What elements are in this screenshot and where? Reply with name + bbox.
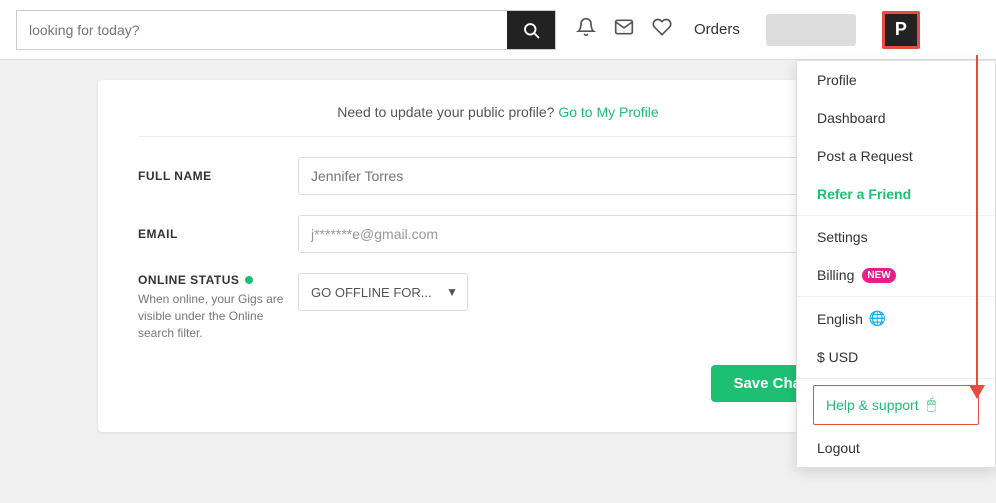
- online-label-block: ONLINE STATUS When online, your Gigs are…: [138, 273, 298, 341]
- online-dot: [245, 276, 253, 284]
- offline-select[interactable]: GO OFFLINE FOR...: [298, 273, 468, 311]
- go-to-profile-link[interactable]: Go to My Profile: [558, 104, 658, 120]
- search-icon: [522, 21, 540, 39]
- messages-icon[interactable]: [614, 17, 634, 42]
- dropdown-item-billing[interactable]: Billing NEW: [797, 256, 995, 294]
- user-info-blurred: [766, 14, 856, 46]
- dropdown-item-settings[interactable]: Settings: [797, 218, 995, 256]
- dropdown-item-refer[interactable]: Refer a Friend: [797, 175, 995, 213]
- dropdown-item-help[interactable]: Help & support 🖱: [813, 385, 979, 425]
- search-container: [16, 10, 556, 50]
- full-name-row: FULL NAME: [138, 157, 858, 195]
- notice-text: Need to update your public profile?: [337, 104, 554, 120]
- favorites-icon[interactable]: [652, 17, 672, 42]
- online-status-text: ONLINE STATUS: [138, 273, 239, 287]
- online-desc: When online, your Gigs are visible under…: [138, 291, 298, 341]
- dropdown-menu: Profile Dashboard Post a Request Refer a…: [796, 60, 996, 468]
- red-arrow-line: [976, 55, 978, 385]
- currency-label: $ USD: [817, 349, 858, 365]
- profile-notice: Need to update your public profile? Go t…: [138, 104, 858, 137]
- full-name-label: FULL NAME: [138, 169, 298, 183]
- orders-link[interactable]: Orders: [694, 21, 740, 38]
- divider-3: [797, 378, 995, 379]
- online-status-label: ONLINE STATUS: [138, 273, 298, 287]
- search-input[interactable]: [17, 11, 507, 49]
- dropdown-item-currency[interactable]: $ USD: [797, 338, 995, 376]
- red-arrow-head: [969, 385, 985, 399]
- full-name-input[interactable]: [298, 157, 858, 195]
- language-label: English: [817, 311, 863, 327]
- divider-2: [797, 296, 995, 297]
- profile-label: Profile: [817, 72, 857, 88]
- avatar-letter: P: [895, 19, 907, 40]
- help-support-label: Help & support: [826, 397, 919, 413]
- divider-1: [797, 215, 995, 216]
- dropdown-item-dashboard[interactable]: Dashboard: [797, 99, 995, 137]
- billing-label: Billing: [817, 267, 854, 283]
- dropdown-item-profile[interactable]: Profile: [797, 61, 995, 99]
- form-actions: Save Changes: [138, 365, 858, 402]
- online-status-section: ONLINE STATUS When online, your Gigs are…: [138, 273, 858, 341]
- offline-dropdown-wrapper: GO OFFLINE FOR... ▼: [298, 273, 468, 311]
- email-row: EMAIL: [138, 215, 858, 253]
- header: Orders P: [0, 0, 996, 60]
- email-input[interactable]: [298, 215, 858, 253]
- post-request-label: Post a Request: [817, 148, 913, 164]
- dropdown-item-post-request[interactable]: Post a Request: [797, 137, 995, 175]
- dropdown-item-language[interactable]: English 🌐: [797, 299, 995, 338]
- notifications-icon[interactable]: [576, 17, 596, 42]
- new-badge: NEW: [862, 268, 895, 283]
- offline-select-wrapper: GO OFFLINE FOR... ▼: [298, 273, 858, 311]
- profile-card: Need to update your public profile? Go t…: [98, 80, 898, 432]
- logout-label: Logout: [817, 440, 860, 456]
- refer-friend-label: Refer a Friend: [817, 186, 911, 202]
- settings-label: Settings: [817, 229, 868, 245]
- cursor-icon: 🖱: [927, 396, 937, 414]
- search-button[interactable]: [507, 11, 555, 49]
- avatar-button[interactable]: P: [882, 11, 920, 49]
- globe-icon: 🌐: [869, 310, 886, 327]
- dashboard-label: Dashboard: [817, 110, 886, 126]
- dropdown-item-logout[interactable]: Logout: [797, 429, 995, 467]
- header-icons: Orders P: [576, 11, 920, 49]
- email-label: EMAIL: [138, 227, 298, 241]
